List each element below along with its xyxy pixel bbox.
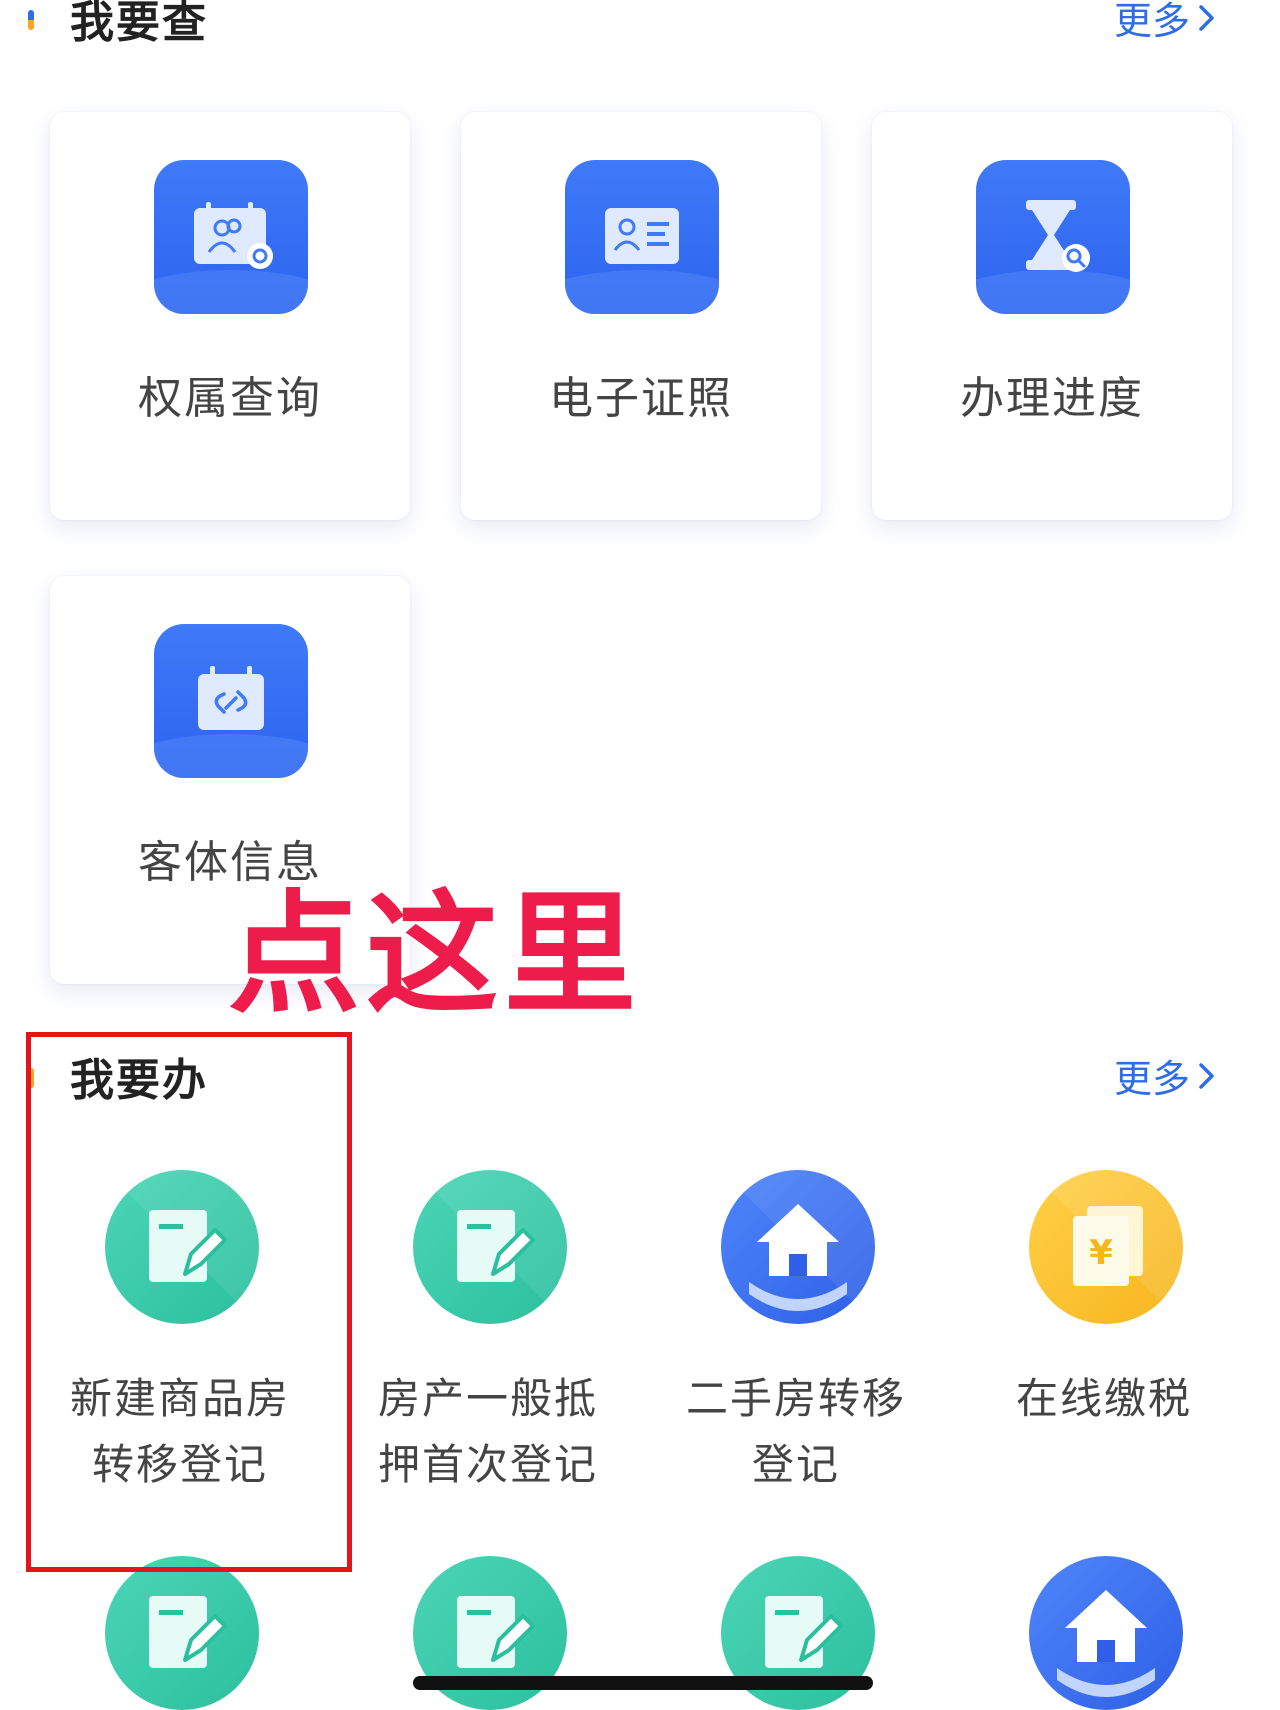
handle-more-link[interactable]: 更多: [1114, 1048, 1218, 1103]
chevron-right-icon: [1199, 4, 1214, 31]
home-indicator[interactable]: [413, 1676, 873, 1690]
service-mortgage-first-registration[interactable]: 房产一般抵押首次登记: [338, 1170, 638, 1490]
card-label: 办理进度: [960, 373, 1144, 424]
service-label: 房产一般抵押首次登记: [377, 1374, 598, 1489]
house-hand-icon[interactable]: [1029, 1556, 1183, 1710]
service-label: 在线缴税: [1015, 1374, 1192, 1423]
service-online-tax[interactable]: ¥ 在线缴税: [954, 1170, 1254, 1490]
house-hand-icon: [721, 1170, 875, 1324]
handle-more-label: 更多: [1113, 1057, 1190, 1101]
service-second-hand-transfer[interactable]: 二手房转移登记: [646, 1170, 946, 1490]
user-certificate-search-icon: [154, 160, 308, 314]
hourglass-search-icon: [976, 160, 1130, 314]
card-property-query[interactable]: 权属查询: [50, 112, 410, 520]
edit-document-icon[interactable]: [105, 1556, 259, 1710]
yuan-documents-icon: ¥: [1029, 1170, 1183, 1324]
query-more-link[interactable]: 更多: [1114, 0, 1218, 45]
card-e-license[interactable]: 电子证照: [461, 112, 821, 520]
service-label: 二手房转移登记: [685, 1374, 906, 1489]
edit-document-icon: [413, 1170, 567, 1324]
query-section-accent: [28, 10, 34, 30]
chevron-right-icon: [1199, 1062, 1214, 1089]
query-section-header: 我要查 更多: [0, 0, 1280, 54]
query-more-label: 更多: [1113, 0, 1190, 43]
card-progress[interactable]: 办理进度: [872, 112, 1232, 520]
annotation-highlight-box: [26, 1032, 352, 1572]
id-card-icon: [565, 160, 719, 314]
query-section-title: 我要查: [70, 0, 208, 48]
calendar-link-icon: [154, 624, 308, 778]
annotation-text: 点这里: [228, 878, 642, 1032]
card-label: 权属查询: [138, 373, 322, 424]
svg-text:¥: ¥: [1089, 1233, 1113, 1273]
card-label: 电子证照: [549, 373, 733, 424]
